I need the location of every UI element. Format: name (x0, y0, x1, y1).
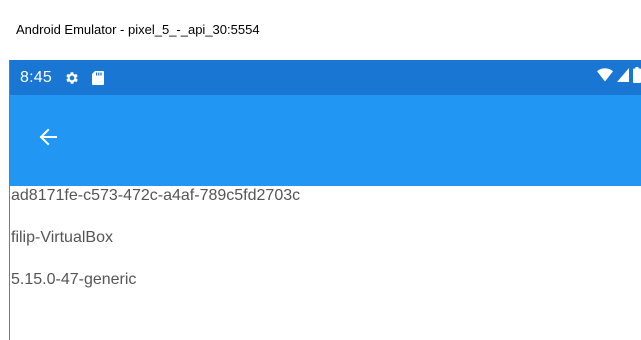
device-screen: 8:45 ad8171fe-c573-472c-a4af-789c5fd2703… (9, 60, 641, 340)
wifi-icon (597, 68, 613, 87)
content-area: ad8171fe-c573-472c-a4af-789c5fd2703c fil… (10, 186, 641, 312)
status-time: 8:45 (20, 68, 52, 86)
gear-icon (64, 70, 80, 86)
cell-signal-icon (617, 68, 629, 87)
device-id-text: ad8171fe-c573-472c-a4af-789c5fd2703c (11, 187, 301, 204)
battery-icon (633, 67, 641, 88)
window-titlebar: Android Emulator - pixel_5_-_api_30:5554 (0, 0, 641, 60)
kernel-version-text: 5.15.0-47-generic (11, 271, 137, 288)
hostname-text: filip-VirtualBox (11, 229, 113, 246)
arrow-left-icon (39, 128, 57, 151)
status-bar: 8:45 (10, 60, 641, 95)
emulator-window: Android Emulator - pixel_5_-_api_30:5554… (0, 0, 641, 340)
sd-card-icon (91, 70, 104, 85)
status-icons-right (597, 60, 641, 95)
window-title: Android Emulator - pixel_5_-_api_30:5554 (16, 21, 260, 37)
app-bar (10, 95, 641, 186)
back-button[interactable] (32, 123, 64, 155)
